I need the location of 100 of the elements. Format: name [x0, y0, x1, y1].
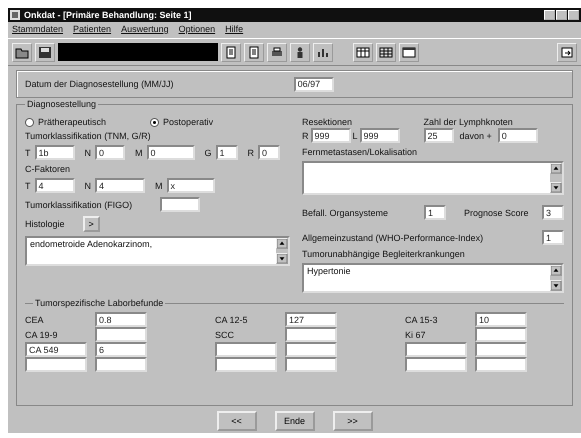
field-label: davon +	[460, 130, 492, 140]
lab-name-field[interactable]	[215, 357, 277, 372]
minimize-button[interactable]	[544, 10, 555, 20]
disk-button[interactable]	[35, 42, 55, 62]
window-icon	[402, 46, 416, 58]
field-label: Befall. Organsysteme	[302, 208, 390, 218]
menu-item[interactable]: Auswertung	[121, 24, 169, 36]
field-prefix: T	[25, 148, 30, 158]
input-field[interactable]: 999	[310, 128, 350, 143]
scroll-up-icon	[550, 163, 562, 174]
input-field[interactable]: 4	[34, 178, 74, 193]
lab-name-field[interactable]	[405, 357, 467, 372]
input-field[interactable]: 0	[258, 145, 280, 160]
lab-name-field[interactable]	[215, 342, 277, 357]
field-label: Tumorunabhängige Begleiterkrankungen	[302, 249, 466, 259]
field-label: Allgemeinzustand (WHO-Performance-Index)	[302, 232, 484, 242]
next-button[interactable]: >>	[332, 411, 372, 431]
lab-name-field[interactable]	[405, 342, 467, 357]
field-prefix: M	[155, 180, 162, 190]
field-prefix: R	[302, 130, 308, 140]
input-field[interactable]	[160, 197, 200, 212]
lab-label: CA 12-5	[215, 314, 249, 326]
table-button[interactable]	[353, 42, 373, 62]
lab-label: SCC	[215, 328, 236, 342]
exit-icon	[560, 46, 574, 58]
input-field[interactable]: 25	[424, 128, 454, 143]
lab-value-field[interactable]	[95, 357, 147, 372]
date-field[interactable]: 06/97	[294, 76, 334, 92]
menu-item[interactable]: Optionen	[178, 24, 216, 36]
menu-item[interactable]: Patienten	[73, 24, 112, 36]
document-button[interactable]	[221, 42, 241, 62]
end-button[interactable]: Ende	[274, 411, 314, 431]
lab-value-field[interactable]	[285, 357, 337, 372]
field-label: Datum der Diagnosestellung (MM/JJ)	[25, 79, 174, 89]
metastases-text-area[interactable]	[302, 161, 564, 195]
histology-text-area[interactable]: endometroide Adenokarzinom,	[25, 236, 290, 266]
input-field[interactable]: 1	[424, 205, 446, 220]
input-field[interactable]: 1b	[34, 145, 74, 160]
input-field[interactable]: 1	[216, 145, 238, 160]
exit-button[interactable]	[557, 42, 577, 62]
lab-value-field[interactable]: 0.8	[95, 312, 147, 327]
scroll-down-icon	[550, 280, 562, 291]
form-icon	[247, 46, 261, 58]
input-field[interactable]: 0	[146, 145, 194, 160]
document-icon	[224, 46, 238, 58]
menu-item[interactable]: Stammdaten	[12, 24, 64, 36]
lab-name-field[interactable]	[25, 357, 87, 372]
field-label: Resektionen	[302, 117, 354, 127]
field-label: C-Faktoren	[25, 164, 72, 174]
menu-item[interactable]: Hilfe	[225, 24, 244, 36]
lab-value-field[interactable]: 6	[95, 342, 147, 357]
lab-value-field[interactable]	[285, 342, 337, 357]
radio-option[interactable]: Prätherapeutisch	[25, 117, 106, 127]
input-field[interactable]: x	[166, 178, 214, 193]
lab-label: CA 15-3	[405, 314, 439, 326]
lab-value-field[interactable]	[95, 327, 147, 342]
lab-value-field[interactable]	[475, 327, 527, 342]
lab-label: CA 19-9	[25, 328, 59, 342]
window-title: Onkdat - [Primäre Behandlung: Seite 1]	[24, 10, 193, 20]
lab-value-field[interactable]	[475, 357, 527, 372]
group-title: Diagnosestellung	[25, 99, 98, 109]
lab-label: CEA	[25, 314, 45, 326]
lab-value-field[interactable]: 127	[285, 312, 337, 327]
lab-label: Ki 67	[405, 328, 427, 342]
lab-name-field[interactable]: CA 549	[25, 342, 87, 357]
field-label: Prognose Score	[464, 208, 530, 218]
window-button[interactable]	[399, 42, 419, 62]
field-prefix: N	[84, 148, 91, 158]
input-field[interactable]: 0	[498, 128, 538, 143]
histology-button[interactable]: >	[82, 216, 100, 232]
input-field[interactable]: 0	[95, 145, 125, 160]
field-prefix: G	[204, 148, 212, 158]
input-field[interactable]: 1	[542, 230, 564, 245]
scroll-up-icon	[550, 265, 562, 276]
field-prefix: T	[25, 180, 30, 190]
app-icon	[10, 10, 20, 20]
scroll-down-icon	[276, 253, 288, 264]
input-field[interactable]: 3	[542, 205, 564, 220]
input-field[interactable]: 999	[360, 128, 400, 143]
radio-option[interactable]: Postoperativ	[150, 117, 214, 127]
printer-button[interactable]	[267, 42, 287, 62]
lab-value-field[interactable]	[475, 342, 527, 357]
person-button[interactable]	[290, 42, 310, 62]
field-prefix: M	[135, 148, 142, 158]
field-label: Tumorklassifikation (TNM, G/R)	[25, 131, 152, 141]
restore-button[interactable]	[556, 10, 567, 20]
table-icon	[356, 46, 370, 58]
input-field[interactable]: 4	[95, 178, 145, 193]
lab-value-field[interactable]: 10	[475, 312, 527, 327]
form-button[interactable]	[244, 42, 264, 62]
grid-button[interactable]	[376, 42, 396, 62]
lab-value-field[interactable]	[285, 327, 337, 342]
group-title: Tumorspezifische Laborbefunde	[33, 298, 166, 308]
grid-icon	[379, 46, 393, 58]
close-button[interactable]	[568, 10, 579, 20]
folder-button[interactable]	[12, 42, 32, 62]
chart-button[interactable]	[313, 42, 333, 62]
field-label: Fernmetastasen/Lokalisation	[302, 147, 418, 157]
comorbidities-text-area[interactable]: Hypertonie	[302, 263, 564, 293]
previous-button[interactable]: <<	[216, 411, 256, 431]
